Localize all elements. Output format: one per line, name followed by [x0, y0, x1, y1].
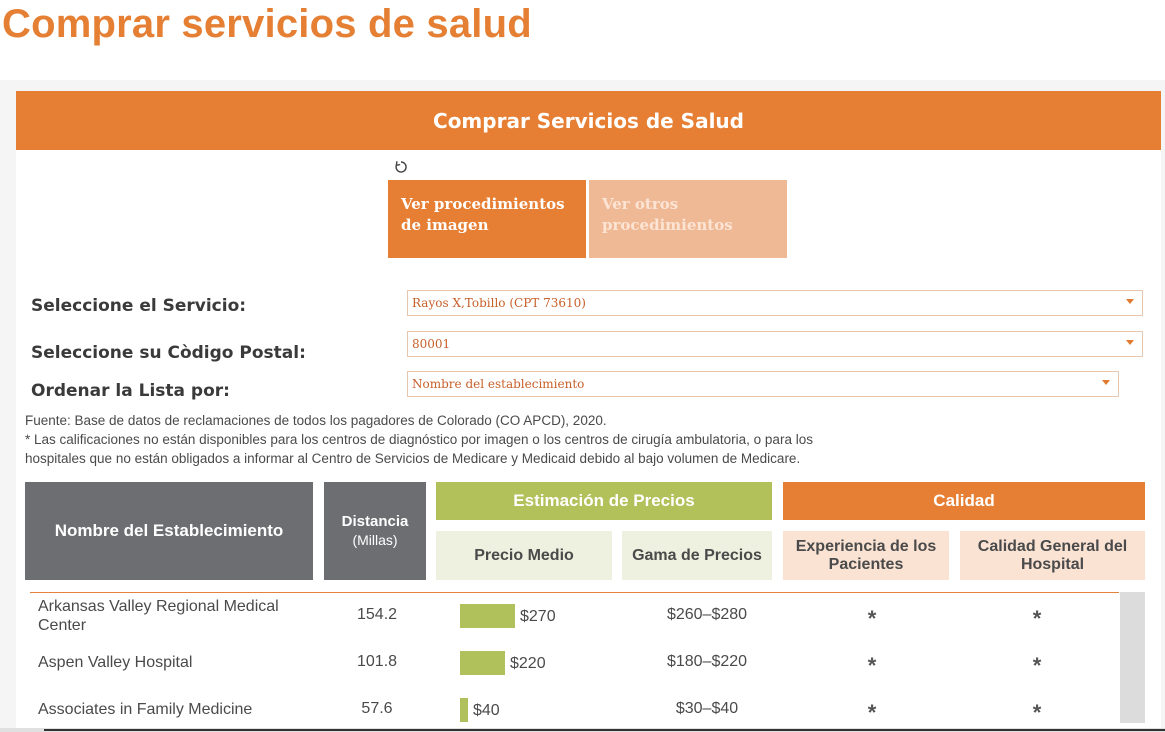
distance-value: 101.8 [357, 653, 398, 670]
service-label: Seleccione el Servicio: [31, 296, 247, 316]
footnote-line-1: * Las calificaciones no están disponible… [25, 432, 813, 447]
facility-name[interactable]: Arkansas Valley Regional Medical Center [38, 597, 308, 635]
tab-other-procedures[interactable]: Ver otros procedimientos [589, 180, 787, 258]
hospital-rating-value: * [1032, 606, 1042, 631]
sort-select-value: Nombre del establecimiento [412, 377, 585, 391]
hospital-rating-value: * [1032, 653, 1042, 678]
hospital-rating-value: * [1032, 700, 1042, 725]
banner-title: Comprar Servicios de Salud [433, 108, 744, 133]
chevron-down-icon [1102, 380, 1110, 385]
patient-experience-value: * [867, 606, 877, 631]
price-range: $30–$40 [675, 700, 739, 717]
header-facility-name[interactable]: Nombre del Establecimiento [25, 482, 313, 580]
reset-icon[interactable] [394, 160, 410, 176]
header-hospital-rating-label: Calidad General del Hospital [977, 537, 1128, 573]
header-distance-label: Distancia [341, 513, 409, 530]
zip-select[interactable]: 80001 [407, 331, 1143, 357]
header-distance-unit: (Millas) [352, 532, 398, 548]
window-bottom-border [44, 729, 1165, 731]
zip-label: Seleccione su Còdigo Postal: [31, 343, 306, 363]
sort-select[interactable]: Nombre del establecimiento [407, 371, 1119, 397]
price-label: $270 [520, 608, 556, 625]
header-price-group-label: Estimación de Precios [513, 491, 695, 510]
price-bar [460, 651, 505, 675]
table-divider [30, 592, 1119, 593]
chevron-down-icon [1126, 299, 1134, 304]
source-note: Fuente: Base de datos de reclamaciones d… [25, 413, 607, 428]
distance-value: 154.2 [357, 606, 398, 623]
header-price-range-label: Gama de Precios [632, 546, 762, 564]
patient-experience-value: * [867, 700, 877, 725]
distance-value: 57.6 [361, 700, 393, 717]
service-select[interactable]: Rayos X,Tobillo (CPT 73610) [407, 290, 1143, 316]
header-median-price-label: Precio Medio [474, 546, 574, 564]
tab-imaging-procedures[interactable]: Ver procedimientos de imagen [388, 180, 586, 258]
table-row[interactable]: Arkansas Valley Regional Medical Center … [30, 594, 1119, 641]
footnote-line-2: hospitales que no están obligados a info… [25, 451, 801, 466]
sort-label: Ordenar la Lista por: [31, 381, 230, 401]
page-title: Comprar servicios de salud [2, 2, 532, 46]
price-range: $180–$220 [666, 653, 748, 670]
header-hospital-rating[interactable]: Calidad General del Hospital [960, 531, 1145, 580]
header-patient-experience[interactable]: Experiencia de los Pacientes [783, 531, 949, 580]
header-facility-name-label: Nombre del Establecimiento [54, 521, 284, 540]
header-price-range[interactable]: Gama de Precios [622, 531, 772, 580]
patient-experience-value: * [867, 653, 877, 678]
facility-name[interactable]: Aspen Valley Hospital [38, 653, 308, 672]
facility-name[interactable]: Associates in Family Medicine [38, 700, 308, 719]
dashboard-banner: Comprar Servicios de Salud [16, 91, 1161, 150]
header-patient-experience-label: Experiencia de los Pacientes [795, 537, 937, 573]
chevron-down-icon [1126, 340, 1134, 345]
header-distance[interactable]: Distancia (Millas) [324, 482, 426, 580]
service-select-value: Rayos X,Tobillo (CPT 73610) [412, 296, 586, 310]
header-quality-group-label: Calidad [933, 491, 995, 510]
table-row[interactable]: Aspen Valley Hospital 101.8 $220 $180–$2… [30, 641, 1119, 688]
price-label: $40 [473, 702, 500, 719]
table-row[interactable]: Associates in Family Medicine 57.6 $40 $… [30, 688, 1119, 732]
price-bar [460, 604, 515, 628]
header-quality-group: Calidad [783, 482, 1145, 520]
zip-select-value: 80001 [412, 337, 451, 351]
price-label: $220 [510, 655, 546, 672]
table-scrollbar[interactable] [1120, 592, 1145, 723]
header-median-price[interactable]: Precio Medio [436, 531, 612, 580]
price-bar [460, 698, 468, 722]
header-price-group: Estimación de Precios [436, 482, 772, 520]
price-range: $260–$280 [666, 606, 748, 623]
